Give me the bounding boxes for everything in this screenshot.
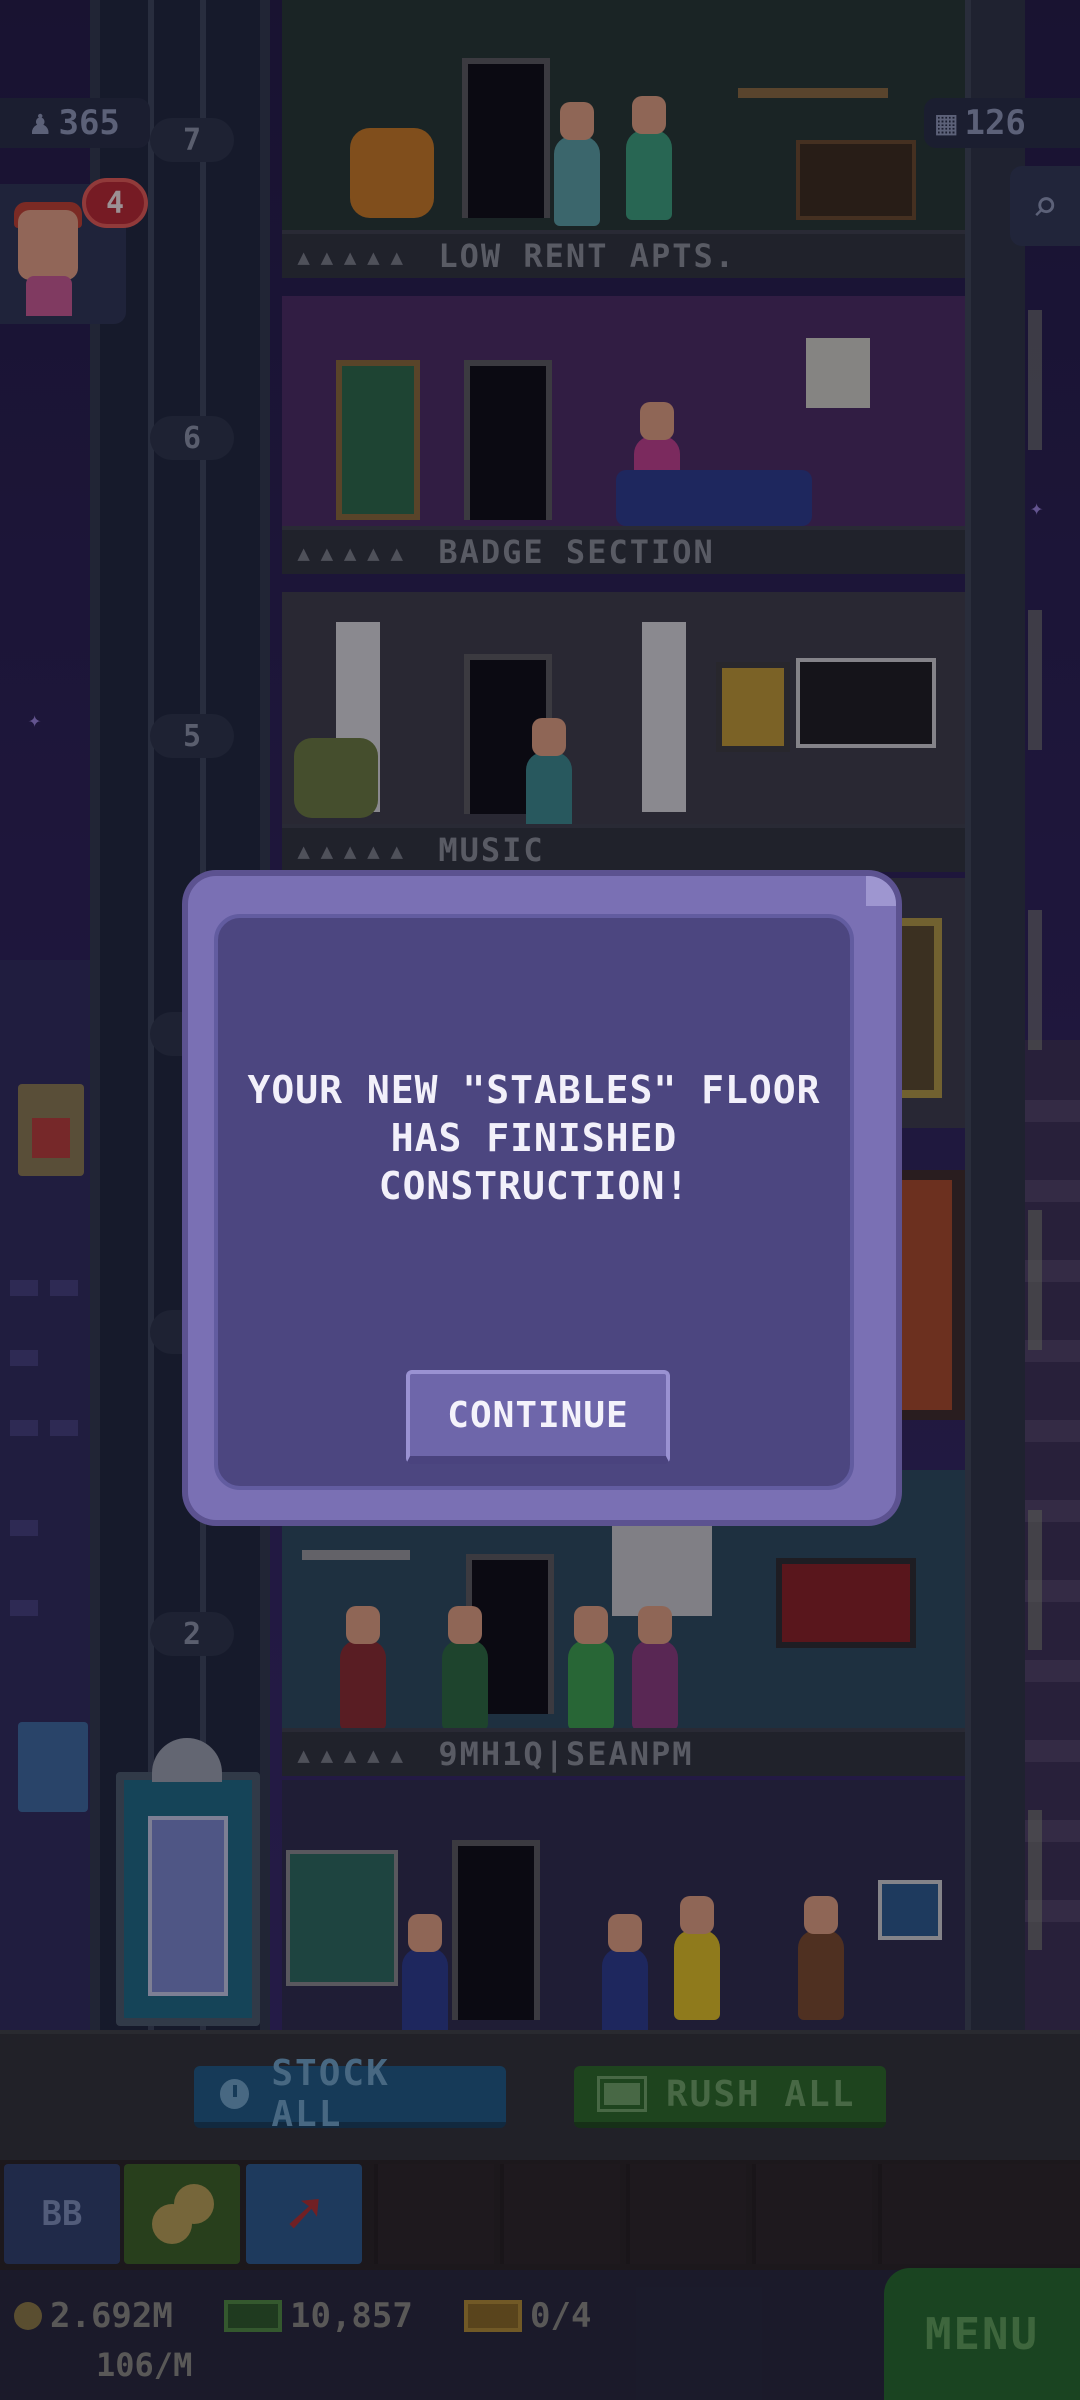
dialog-message: YOUR NEW "STABLES" FLOOR HAS FINISHED CO…: [247, 1068, 821, 1208]
continue-label: CONTINUE: [447, 1394, 629, 1436]
continue-button[interactable]: CONTINUE: [406, 1370, 670, 1464]
